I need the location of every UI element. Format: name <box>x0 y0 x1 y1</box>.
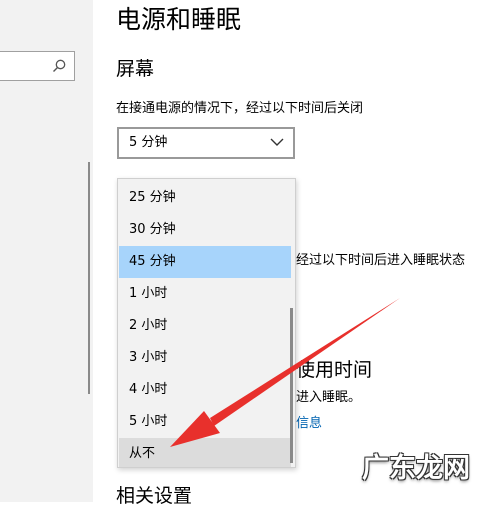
dropdown-scrollbar[interactable] <box>290 308 293 463</box>
timeout-dropdown-list[interactable]: 25 分钟 30 分钟 45 分钟 1 小时 2 小时 3 小时 4 小时 5 … <box>117 178 296 468</box>
watermark: 广东龙网 <box>362 453 470 484</box>
nav-scrollbar[interactable] <box>88 162 90 394</box>
search-input[interactable] <box>0 51 75 81</box>
chevron-down-icon <box>270 138 284 146</box>
search-icon <box>53 59 66 72</box>
sleep-timeout-description: 经过以下时间后进入睡眠状态 <box>296 253 466 268</box>
dropdown-option[interactable]: 4 小时 <box>119 374 291 406</box>
dropdown-option-never[interactable]: 从不 <box>119 438 291 467</box>
screen-timeout-select[interactable]: 5 分钟 <box>117 127 295 159</box>
more-info-link[interactable]: 信息 <box>296 415 322 433</box>
screen-section-title: 屏幕 <box>116 58 155 80</box>
dropdown-option[interactable]: 1 小时 <box>119 278 291 310</box>
navigation-pane <box>0 0 93 502</box>
usage-description: 进入睡眠。 <box>296 390 362 405</box>
dropdown-option[interactable]: 2 小时 <box>119 310 291 342</box>
related-settings-title: 相关设置 <box>116 485 193 507</box>
dropdown-option[interactable]: 30 分钟 <box>119 214 291 246</box>
dropdown-option-selected[interactable]: 45 分钟 <box>119 246 291 278</box>
page-title: 电源和睡眠 <box>116 5 242 34</box>
dropdown-option[interactable]: 5 小时 <box>119 406 291 438</box>
dropdown-option[interactable]: 25 分钟 <box>119 182 291 214</box>
screen-timeout-description: 在接通电源的情况下，经过以下时间后关闭 <box>116 101 364 116</box>
dropdown-option[interactable]: 3 小时 <box>119 342 291 374</box>
usage-section-title: 使用时间 <box>296 359 373 381</box>
screen-timeout-value: 5 分钟 <box>129 135 168 150</box>
